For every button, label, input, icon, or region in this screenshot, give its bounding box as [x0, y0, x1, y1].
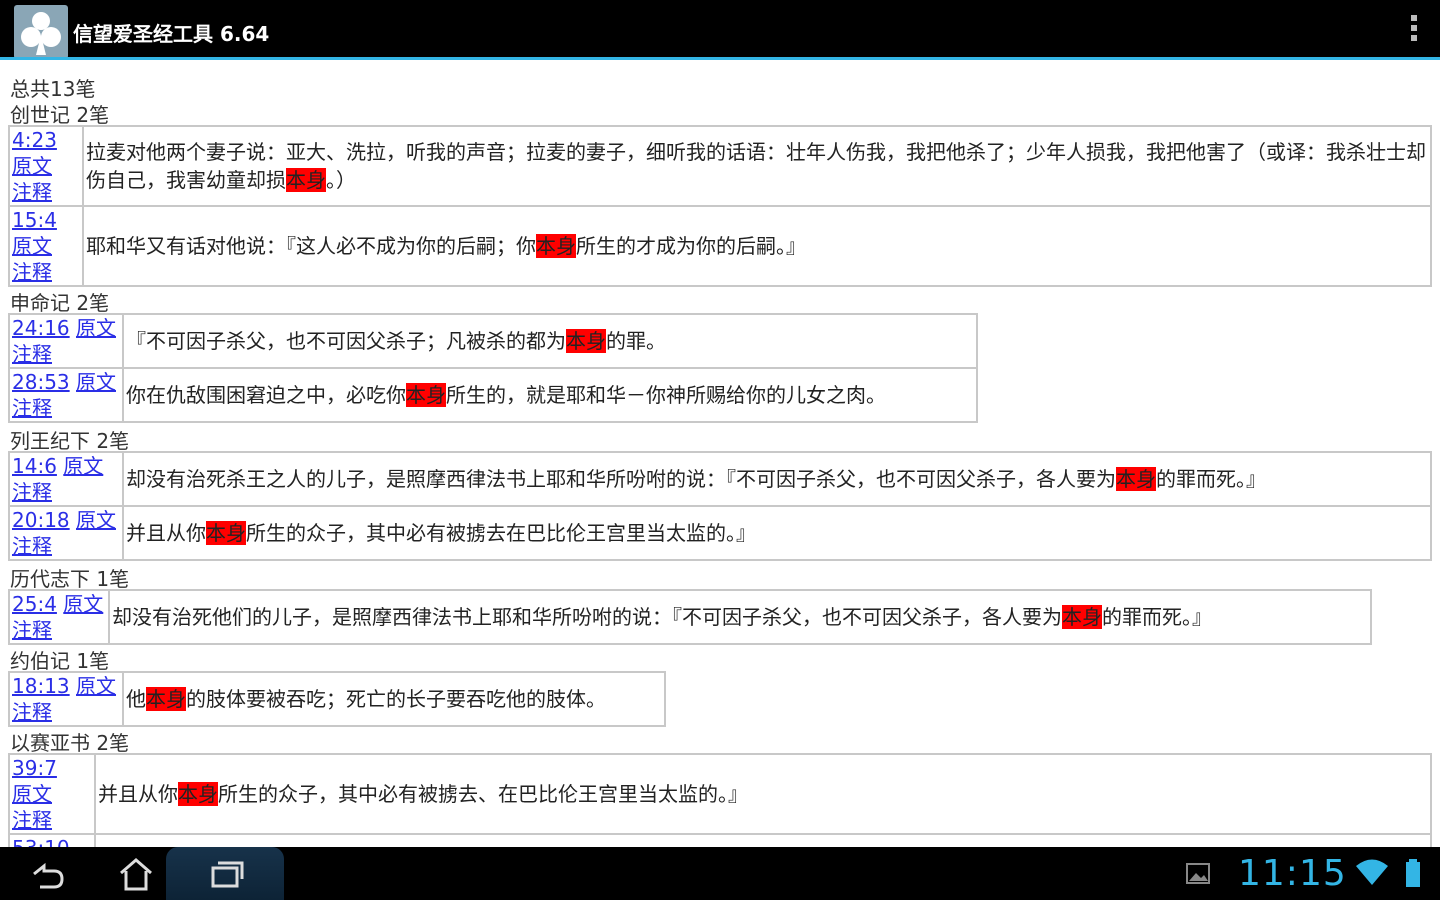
book-header: 创世记 2笔: [10, 103, 110, 127]
verse-text: 并且从你本身所生的众子，其中必有被掳去在巴比伦王宫里当太监的。』: [122, 505, 1432, 561]
search-highlight: 本身: [286, 168, 326, 192]
verse-ref-link[interactable]: 25:4: [12, 592, 57, 616]
verse-links: 28:53 原文 注释: [8, 367, 124, 423]
book-header: 以赛亚书 2笔: [10, 731, 130, 755]
verse-text: 并且从你本身所生的众子，其中必有被掳去、在巴比伦王宫里当太监的。』: [94, 753, 1432, 835]
verse-links: 39:7 原文 注释: [8, 753, 96, 835]
verse-row: 25:4 原文 注释 却没有治死他们的儿子，是照摩西律法书上耶和华所吩咐的说：『…: [8, 589, 1372, 645]
search-highlight: 本身: [206, 521, 246, 545]
notes-link[interactable]: 注释: [12, 480, 52, 504]
search-highlight: 本身: [536, 234, 576, 258]
original-text-link[interactable]: 原文: [76, 316, 116, 340]
notes-link[interactable]: 注释: [12, 534, 52, 558]
wifi-icon: [1352, 847, 1392, 900]
book-header: 申命记 2笔: [10, 291, 110, 315]
verse-ref-link[interactable]: 4:23: [12, 128, 57, 152]
verse-ref-link[interactable]: 24:16: [12, 316, 70, 340]
action-bar: 信望爱圣经工具 6.64: [0, 0, 1440, 60]
original-text-link[interactable]: 原文: [76, 508, 116, 532]
verse-ref-link[interactable]: 39:7: [12, 756, 57, 780]
system-bar: 11:15: [0, 847, 1440, 900]
verse-links: 18:13 原文 注释: [8, 671, 124, 727]
original-text-link[interactable]: 原文: [12, 782, 52, 806]
verse-row: 24:16 原文 注释 『不可因子杀父，也不可因父杀子；凡被杀的都为本身的罪。: [8, 313, 978, 369]
verse-text: 拉麦对他两个妻子说：亚大、洗拉，听我的声音；拉麦的妻子，细听我的话语：壮年人伤我…: [82, 125, 1432, 207]
verse-text: 却没有治死杀王之人的儿子，是照摩西律法书上耶和华所吩咐的说：『不可因子杀父，也不…: [122, 451, 1432, 507]
verse-links: 14:6 原文 注释: [8, 451, 124, 507]
verse-table: 14:6 原文 注释 却没有治死杀王之人的儿子，是照摩西律法书上耶和华所吩咐的说…: [8, 451, 1432, 561]
verse-row: 28:53 原文 注释 你在仇敌围困窘迫之中，必吃你本身所生的，就是耶和华－你神…: [8, 367, 978, 423]
search-highlight: 本身: [1062, 605, 1102, 629]
notes-link[interactable]: 注释: [12, 700, 52, 724]
notes-link[interactable]: 注释: [12, 618, 52, 642]
verse-row: 15:4 原文 注释 耶和华又有话对他说：『这人必不成为你的后嗣；你本身所生的才…: [8, 205, 1432, 287]
battery-icon: [1400, 847, 1426, 900]
search-highlight: 本身: [1116, 467, 1156, 491]
original-text-link[interactable]: 原文: [63, 454, 103, 478]
verse-row: 39:7 原文 注释 并且从你本身所生的众子，其中必有被掳去、在巴比伦王宫里当太…: [8, 753, 1432, 835]
overflow-menu-icon[interactable]: [1408, 15, 1420, 47]
verse-links: 4:23 原文 注释: [8, 125, 84, 207]
app-logo-icon[interactable]: [14, 5, 68, 59]
back-icon[interactable]: [20, 847, 74, 900]
original-text-link[interactable]: 原文: [12, 234, 52, 258]
verse-text: [94, 833, 1432, 847]
verse-ref-link[interactable]: 18:13: [12, 674, 70, 698]
verse-links: 20:18 原文 注释: [8, 505, 124, 561]
verse-text: 却没有治死他们的儿子，是照摩西律法书上耶和华所吩咐的说：『不可因子杀父，也不可因…: [108, 589, 1372, 645]
verse-row: 4:23 原文 注释 拉麦对他两个妻子说：亚大、洗拉，听我的声音；拉麦的妻子，细…: [8, 125, 1432, 207]
verse-ref-link[interactable]: 20:18: [12, 508, 70, 532]
notes-link[interactable]: 注释: [12, 260, 52, 284]
verse-table: 25:4 原文 注释 却没有治死他们的儿子，是照摩西律法书上耶和华所吩咐的说：『…: [8, 589, 1372, 645]
search-highlight: 本身: [566, 329, 606, 353]
verse-ref-link[interactable]: 14:6: [12, 454, 57, 478]
recent-apps-icon[interactable]: [166, 847, 284, 900]
verse-ref-link[interactable]: 28:53: [12, 370, 70, 394]
verse-text: 耶和华又有话对他说：『这人必不成为你的后嗣；你本身所生的才成为你的后嗣。』: [82, 205, 1432, 287]
original-text-link[interactable]: 原文: [76, 674, 116, 698]
notes-link[interactable]: 注释: [12, 808, 52, 832]
original-text-link[interactable]: 原文: [76, 370, 116, 394]
verse-ref-link[interactable]: 53:10: [12, 836, 70, 847]
search-highlight: 本身: [146, 687, 186, 711]
verse-table: 18:13 原文 注释 他本身的肢体要被吞吃；死亡的长子要吞吃他的肢体。: [8, 671, 666, 727]
gallery-notification-icon[interactable]: [1184, 847, 1212, 900]
search-highlight: 本身: [406, 383, 446, 407]
verse-table: 4:23 原文 注释 拉麦对他两个妻子说：亚大、洗拉，听我的声音；拉麦的妻子，细…: [8, 125, 1432, 287]
verse-table: 24:16 原文 注释 『不可因子杀父，也不可因父杀子；凡被杀的都为本身的罪。 …: [8, 313, 978, 423]
verse-row: 14:6 原文 注释 却没有治死杀王之人的儿子，是照摩西律法书上耶和华所吩咐的说…: [8, 451, 1432, 507]
status-clock: 11:15: [1238, 853, 1347, 894]
verse-links: 24:16 原文 注释: [8, 313, 124, 369]
notes-link[interactable]: 注释: [12, 342, 52, 366]
notes-link[interactable]: 注释: [12, 180, 52, 204]
verse-row: 53:10: [8, 833, 1432, 847]
verse-text: 他本身的肢体要被吞吃；死亡的长子要吞吃他的肢体。: [122, 671, 666, 727]
verse-ref-link[interactable]: 15:4: [12, 208, 57, 232]
original-text-link[interactable]: 原文: [12, 154, 52, 178]
verse-table: 39:7 原文 注释 并且从你本身所生的众子，其中必有被掳去、在巴比伦王宫里当太…: [8, 753, 1432, 847]
notes-link[interactable]: 注释: [12, 396, 52, 420]
verse-row: 20:18 原文 注释 并且从你本身所生的众子，其中必有被掳去在巴比伦王宫里当太…: [8, 505, 1432, 561]
book-header: 约伯记 1笔: [10, 649, 110, 673]
verse-row: 18:13 原文 注释 他本身的肢体要被吞吃；死亡的长子要吞吃他的肢体。: [8, 671, 666, 727]
search-highlight: 本身: [178, 782, 218, 806]
verse-links: 15:4 原文 注释: [8, 205, 84, 287]
book-header: 历代志下 1笔: [10, 567, 130, 591]
verse-text: 你在仇敌围困窘迫之中，必吃你本身所生的，就是耶和华－你神所赐给你的儿女之肉。: [122, 367, 978, 423]
home-icon[interactable]: [108, 847, 164, 900]
verse-text: 『不可因子杀父，也不可因父杀子；凡被杀的都为本身的罪。: [122, 313, 978, 369]
app-title: 信望爱圣经工具 6.64: [73, 22, 270, 46]
book-header: 列王纪下 2笔: [10, 429, 130, 453]
original-text-link[interactable]: 原文: [63, 592, 103, 616]
action-bar-divider: [0, 57, 1440, 60]
results-total: 总共13笔: [10, 77, 96, 101]
verse-links: 25:4 原文 注释: [8, 589, 110, 645]
search-results[interactable]: 总共13笔 创世记 2笔 4:23 原文 注释 拉麦对他两个妻子说：亚大、洗拉，…: [0, 63, 1440, 847]
verse-links: 53:10: [8, 833, 96, 847]
